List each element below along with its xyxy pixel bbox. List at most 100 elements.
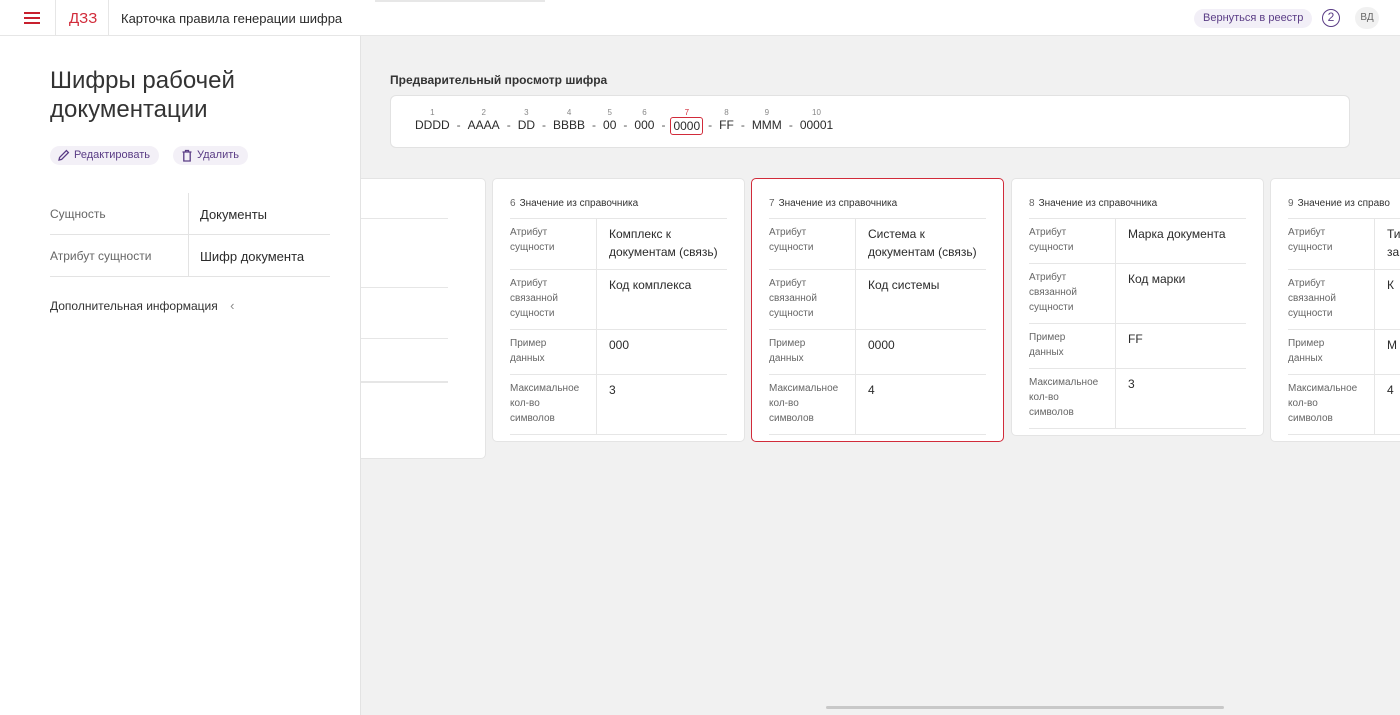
card-row: Максимальное кол-во символов 3 xyxy=(510,375,727,435)
cipher-segment[interactable]: 1 DDDD xyxy=(411,108,454,133)
main-area: Предварительный просмотр шифра 1 DDDD -2 AA… xyxy=(361,36,1400,715)
card-table: Атрибут сущности Комплекс к документам (свя… xyxy=(510,218,727,435)
segment-card[interactable]: 6 Значение из справочника Атрибут сущности К… xyxy=(492,178,745,442)
card-row: Атрибут связанной сущности К xyxy=(1288,270,1400,330)
card-number: 7 xyxy=(769,198,775,209)
card-row: Атрибут связанной сущности Код системы xyxy=(769,270,986,330)
delete-button[interactable]: Удалить xyxy=(173,146,248,165)
segment-card-selected[interactable]: 7 Значение из справочника Атрибут сущности С… xyxy=(751,178,1004,442)
card-row-key: Максимальное кол-во символов xyxy=(1029,369,1116,428)
trash-icon xyxy=(182,149,192,162)
card-row-key: Атрибут сущности xyxy=(769,219,856,269)
card-row-value: FF xyxy=(1128,332,1143,346)
cipher-segment[interactable]: 4 BBBB xyxy=(549,108,589,133)
segment-number: 8 xyxy=(724,108,729,117)
card-row: Пример данных FF xyxy=(1029,324,1246,369)
segment-separator: - xyxy=(506,118,511,132)
card-row-value: 0 xyxy=(361,339,448,381)
segment-code: 00001 xyxy=(799,118,834,132)
card-row-key: Атрибут связанной сущности xyxy=(1288,270,1375,329)
card-row: 0 xyxy=(361,339,448,382)
card-number: 9 xyxy=(1288,198,1294,209)
card-title: Значение из справочника xyxy=(519,198,639,209)
card-row-value: Марка документа xyxy=(1128,227,1226,241)
card-row: Пример данных М xyxy=(1288,330,1400,375)
segment-separator: - xyxy=(542,118,547,132)
app-logo[interactable]: ДЗЗ xyxy=(69,10,97,27)
segment-code: FF xyxy=(719,118,734,132)
card-title: Значение из справо xyxy=(1297,198,1390,209)
user-avatar[interactable]: ВД xyxy=(1355,7,1379,29)
card-row-key: Атрибут сущности xyxy=(510,219,597,269)
help-icon[interactable]: 2 xyxy=(1322,9,1340,27)
card-header: 6 Значение из справочника xyxy=(510,198,638,209)
segment-number: 9 xyxy=(764,108,770,117)
segment-number: 3 xyxy=(524,108,529,117)
segment-code: DDDD xyxy=(415,118,450,132)
segment-separator: - xyxy=(456,118,461,132)
card-row: Пример данных 0000 xyxy=(769,330,986,375)
card-row-key: Пример данных xyxy=(1288,330,1375,374)
card-row-key: Пример данных xyxy=(1029,324,1116,368)
card-row: Атрибут связанной сущности Код марки xyxy=(1029,264,1246,324)
edit-button[interactable]: Редактировать xyxy=(50,146,159,165)
info-value: Документы xyxy=(200,207,268,222)
card-row-value: Код марки xyxy=(1128,272,1186,286)
card-row-key: Максимальное кол-во символов xyxy=(769,375,856,434)
cipher-segment[interactable]: 10 00001 xyxy=(796,108,837,133)
additional-info-label: Дополнительная информация xyxy=(50,299,218,313)
cipher-preview: 1 DDDD -2 AAAA -3 DD -4 BBBB -5 00-6 000-7 0000-8 FF… xyxy=(390,95,1350,148)
segment-card[interactable]: 9 Значение из справо Атрибут сущности Ти за Ат… xyxy=(1270,178,1400,442)
cipher-segments: 1 DDDD -2 AAAA -3 DD -4 BBBB -5 00-6 000-7 0000-8 FF… xyxy=(411,108,837,135)
card-row-value: К xyxy=(1387,278,1394,292)
menu-icon[interactable] xyxy=(24,12,40,24)
card-row-value: 4 xyxy=(868,383,875,397)
card-row-value: Комплекс к документам (связь) xyxy=(609,227,718,259)
card-row: од объектатроительства xyxy=(361,288,448,339)
segment-separator: - xyxy=(740,118,745,132)
info-key: Сущность xyxy=(50,193,189,234)
cipher-segment[interactable]: 9 MMM xyxy=(748,108,786,133)
card-row-value: 3 xyxy=(1128,377,1135,391)
card-title: Значение из справочника xyxy=(1038,198,1158,209)
card-row-value: 000 xyxy=(609,338,630,352)
cipher-segment[interactable]: 6 000 xyxy=(630,108,658,133)
cipher-segment[interactable]: 7 0000 xyxy=(668,108,705,135)
card-row-value: 0000 xyxy=(868,338,895,352)
card-row-key: Атрибут сущности xyxy=(1288,219,1375,269)
cipher-segment[interactable]: 8 FF xyxy=(715,108,738,133)
info-row-entity-attribute: Атрибут сущности Шифр документа xyxy=(50,235,330,277)
card-row: бъекттроительства кокументам (связь) xyxy=(361,219,448,288)
horizontal-scrollbar[interactable] xyxy=(826,706,1224,709)
cipher-segment[interactable]: 5 00 xyxy=(599,108,620,133)
card-row-key: Атрибут связанной сущности xyxy=(769,270,856,329)
cipher-segment[interactable]: 3 DD xyxy=(514,108,539,133)
segment-separator: - xyxy=(708,118,713,132)
back-to-registry-button[interactable]: Вернуться в реестр xyxy=(1194,9,1313,28)
segment-number: 6 xyxy=(642,108,647,117)
segment-number: 4 xyxy=(566,108,572,117)
card-table: Атрибут сущности Марка документа Атрибут свя… xyxy=(1029,218,1246,429)
card-row-key: Атрибут сущности xyxy=(1029,219,1116,263)
card-table: Атрибут сущности Ти за Атрибут связанной сущно… xyxy=(1288,218,1400,435)
segment-separator: - xyxy=(788,118,793,132)
card-row: Максимальное кол-во символов 3 xyxy=(1029,369,1246,429)
segment-separator: - xyxy=(592,118,597,132)
card-row-value: Ти за xyxy=(1387,227,1400,259)
card-row-value: 3 xyxy=(609,383,616,397)
card-row-key: Максимальное кол-во символов xyxy=(1288,375,1375,434)
top-scroll-indicator xyxy=(375,0,545,2)
segment-separator: - xyxy=(623,118,628,132)
additional-info-toggle[interactable]: Дополнительная информация ‹ xyxy=(50,298,234,313)
card-row-key: Пример данных xyxy=(510,330,597,374)
segment-card[interactable]: чникабъекттроительства кокументам (связь… xyxy=(361,178,486,459)
segment-card[interactable]: 8 Значение из справочника Атрибут сущности М… xyxy=(1011,178,1264,436)
info-table: Сущность Документы Атрибут сущности Шифр… xyxy=(50,193,330,277)
details-panel: Шифры рабочей документации Редактировать… xyxy=(0,36,361,715)
info-value: Шифр документа xyxy=(200,249,305,264)
card-row-value: Код комплекса xyxy=(609,278,692,292)
card-row-value: 4 xyxy=(1387,383,1394,397)
cipher-segment[interactable]: 2 AAAA xyxy=(464,108,504,133)
card-row: Атрибут связанной сущности Код комплекса xyxy=(510,270,727,330)
card-row: Атрибут сущности Марка документа xyxy=(1029,219,1246,264)
